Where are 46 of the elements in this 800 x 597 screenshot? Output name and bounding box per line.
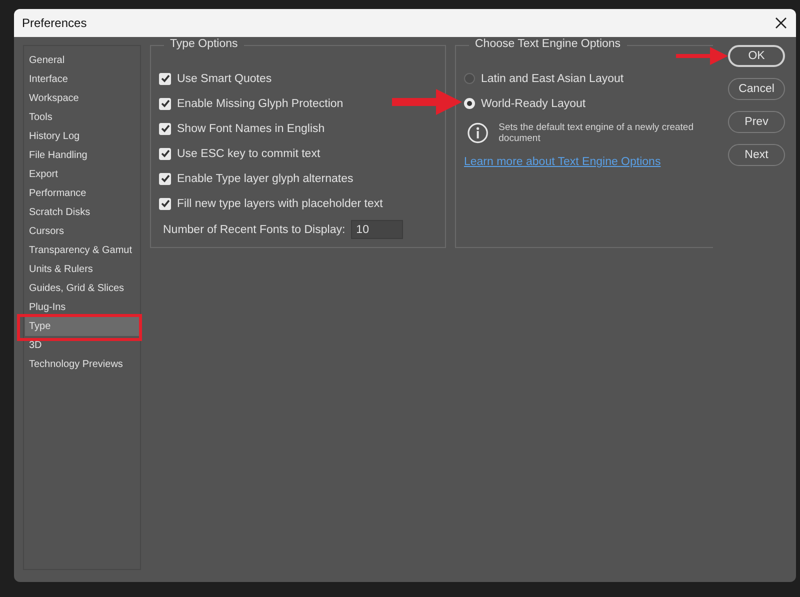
radio-button[interactable] [464, 73, 475, 84]
checkbox[interactable] [159, 148, 171, 160]
group-title: Type Options [164, 38, 244, 50]
close-icon[interactable] [774, 16, 788, 30]
sidebar-item[interactable]: General [25, 51, 139, 70]
radio-label: World-Ready Layout [481, 98, 586, 110]
checkbox-label: Use Smart Quotes [177, 72, 272, 84]
checkbox-label: Show Font Names in English [177, 122, 325, 134]
dialog-button[interactable]: Prev [728, 111, 785, 133]
sidebar-item[interactable]: Scratch Disks [25, 203, 139, 222]
checkbox-label: Enable Type layer glyph alternates [177, 172, 354, 184]
sidebar-item[interactable]: Cursors [25, 222, 139, 241]
info-icon [467, 122, 489, 144]
group-title: Choose Text Engine Options [469, 38, 627, 50]
input-field[interactable]: 10 [351, 220, 404, 239]
checkbox[interactable] [159, 172, 171, 184]
sidebar-item[interactable]: File Handling [25, 146, 139, 165]
radio-label: Latin and East Asian Layout [481, 72, 624, 84]
sidebar-item[interactable]: Performance [25, 184, 139, 203]
sidebar-item[interactable]: Units & Rulers [25, 260, 139, 279]
checkbox[interactable] [159, 72, 171, 84]
sidebar-item[interactable]: Transparency & Gamut [25, 241, 139, 260]
dialog-button[interactable]: OK [728, 45, 785, 67]
sidebar-item[interactable]: Guides, Grid & Slices [25, 279, 139, 298]
sidebar-item[interactable]: Interface [25, 70, 139, 89]
sidebar-item[interactable]: Tools [25, 108, 139, 127]
sidebar-item[interactable]: Export [25, 165, 139, 184]
sidebar-item[interactable]: Technology Previews [25, 355, 139, 374]
dialog-button[interactable]: Cancel [728, 78, 785, 100]
arrow-drawing [392, 89, 462, 115]
checkbox-label: Fill new type layers with placeholder text [177, 198, 383, 210]
checkbox[interactable] [159, 198, 171, 210]
checkbox[interactable] [159, 98, 171, 110]
checkbox[interactable] [159, 122, 171, 134]
sidebar-item[interactable]: Workspace [25, 89, 139, 108]
checkbox-label: Enable Missing Glyph Protection [177, 98, 344, 110]
sidebar-item[interactable]: Type [25, 317, 139, 336]
sidebar-item[interactable]: 3D [25, 336, 139, 355]
checkbox-label: Use ESC key to commit text [177, 148, 320, 160]
sidebar-item[interactable]: History Log [25, 127, 139, 146]
dialog-button[interactable]: Next [728, 144, 785, 166]
sidebar-item[interactable]: Plug-Ins [25, 298, 139, 317]
info-text: Sets the default text engine of a newly created document [498, 122, 695, 144]
window-title: Preferences [22, 16, 87, 30]
field-label: Number of Recent Fonts to Display: [163, 224, 346, 236]
arrow-drawing [676, 47, 728, 65]
